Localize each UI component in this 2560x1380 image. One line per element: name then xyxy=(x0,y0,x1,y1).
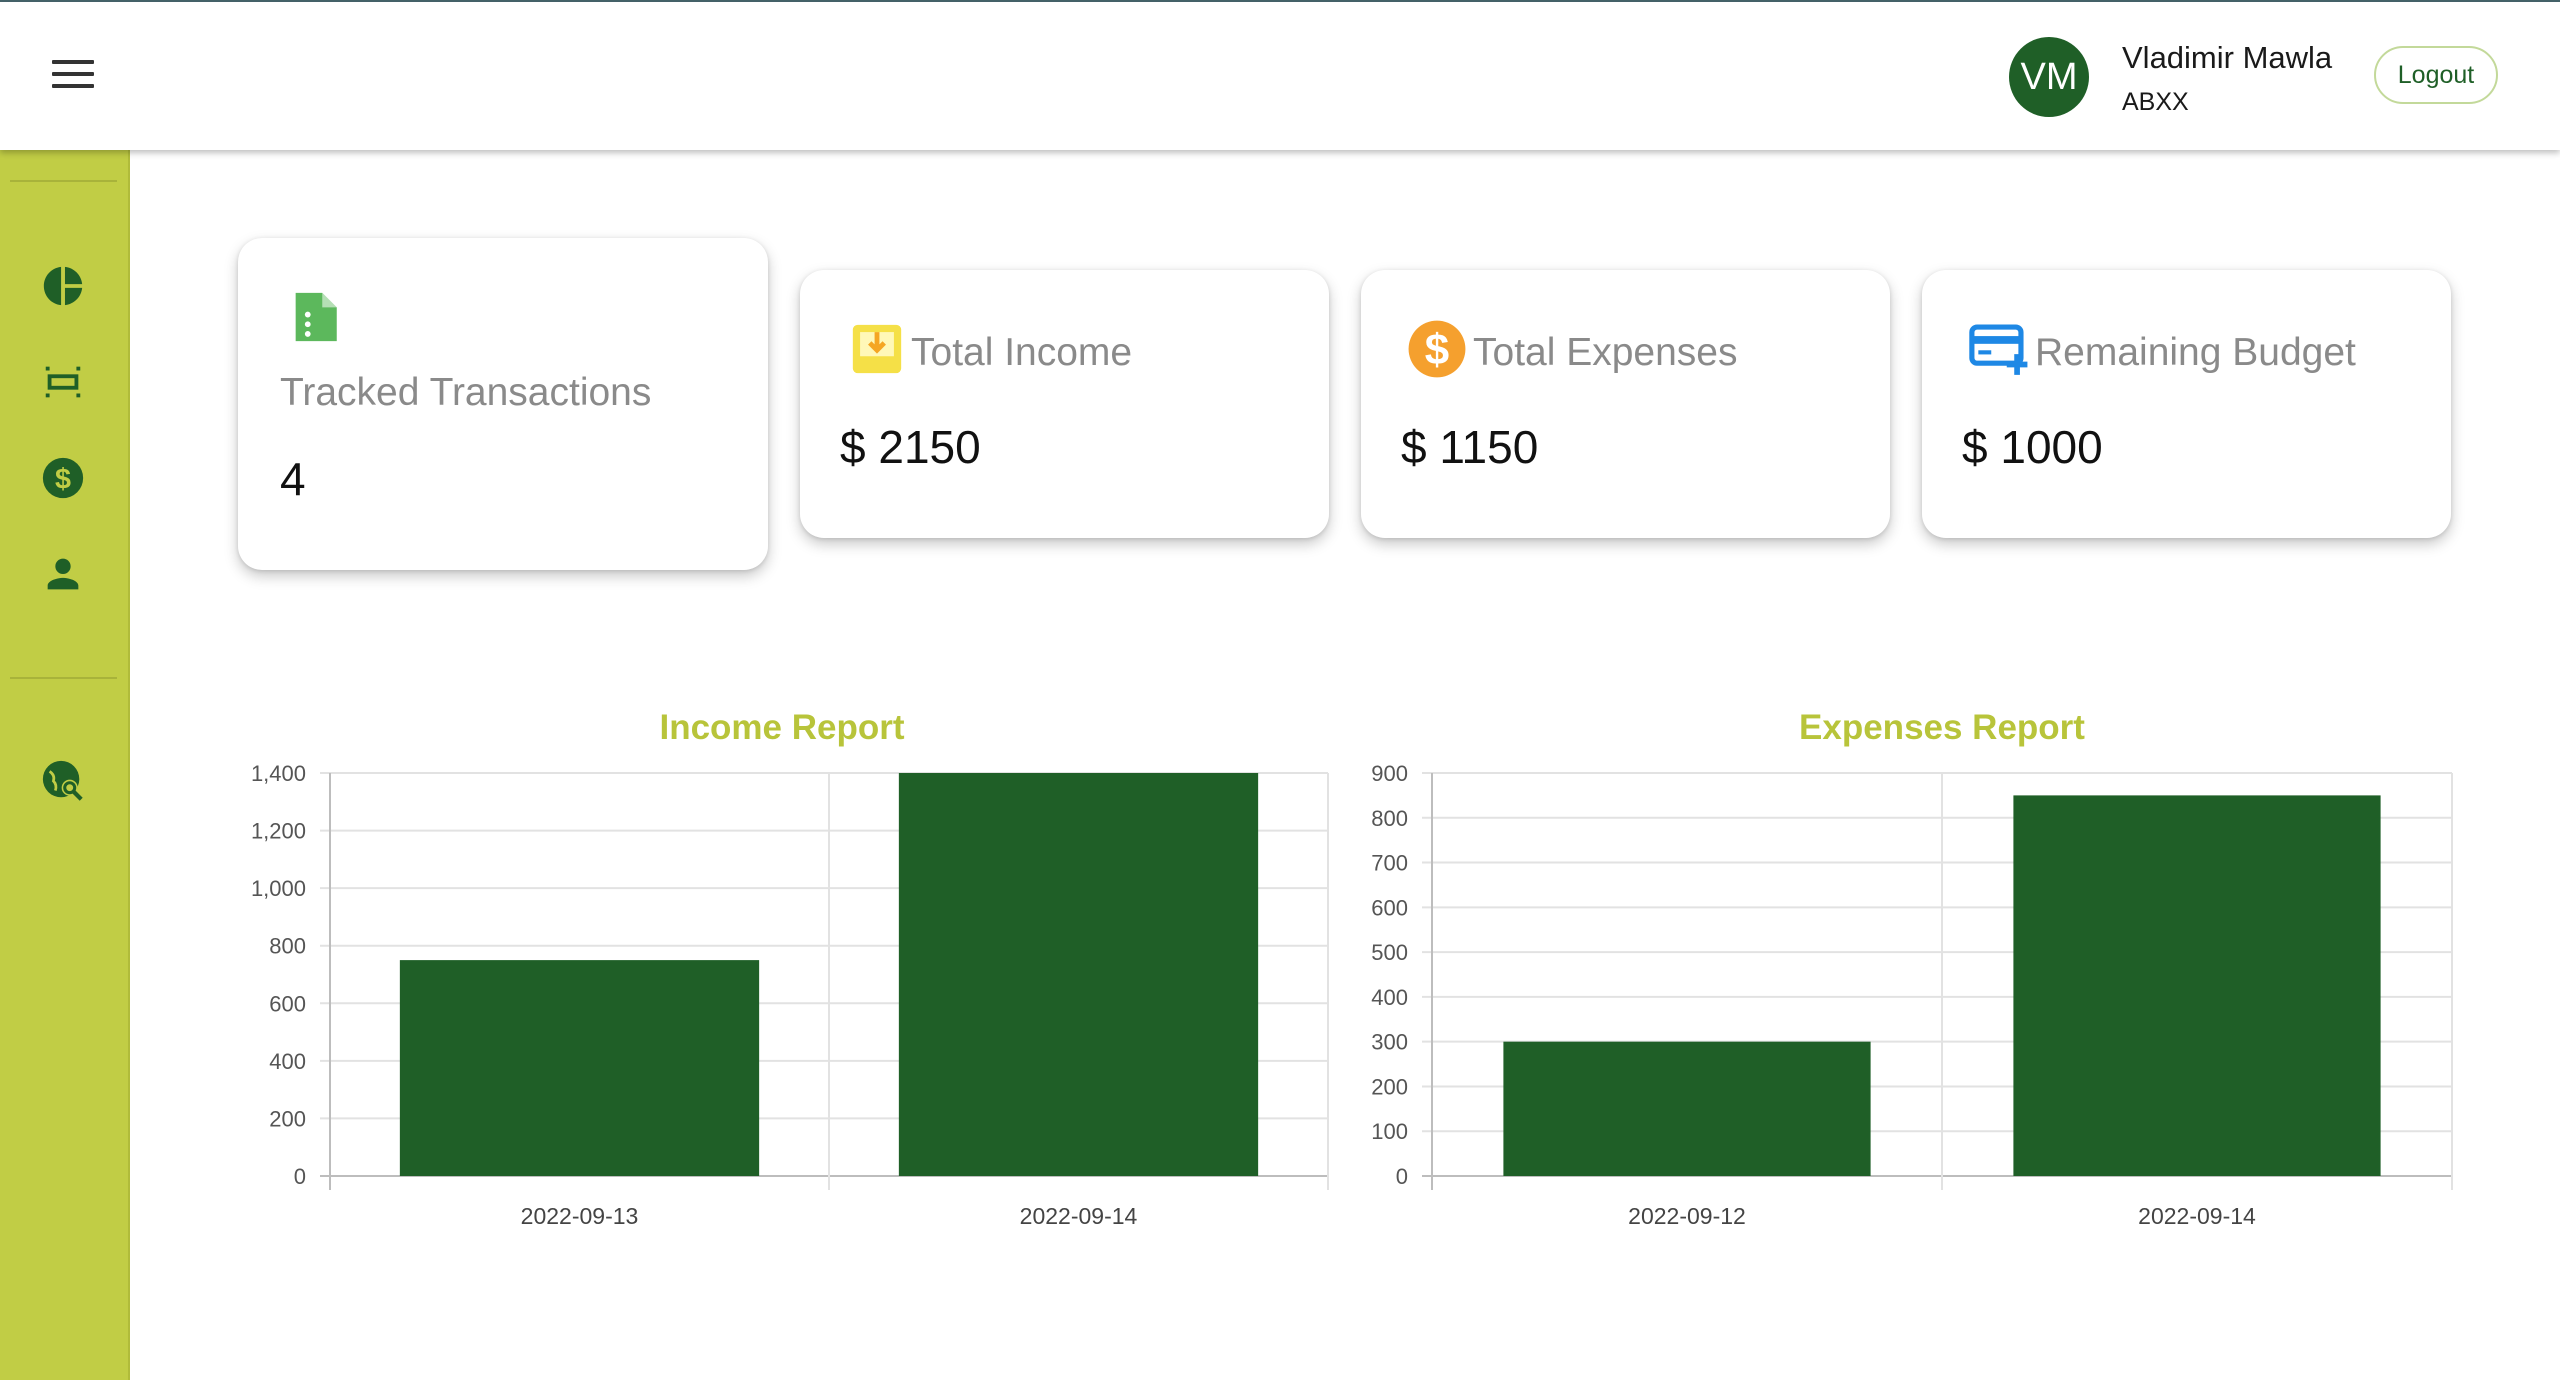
y-tick-label: 500 xyxy=(1371,940,1408,965)
y-tick-label: 100 xyxy=(1371,1119,1408,1144)
pie-chart-icon[interactable] xyxy=(40,263,86,309)
card-value: $ 2150 xyxy=(840,421,981,473)
y-tick-label: 1,400 xyxy=(251,761,306,786)
y-tick-label: 800 xyxy=(1371,806,1408,831)
bar xyxy=(1503,1041,1871,1176)
travel-explore-icon[interactable] xyxy=(40,758,86,804)
total-income-card: Total Income $ 2150 xyxy=(800,270,1329,538)
total-expenses-card: $ Total Expenses $ 1150 xyxy=(1361,270,1890,538)
card-value: $ 1150 xyxy=(1401,421,1539,473)
x-tick-label: 2022-09-12 xyxy=(1628,1203,1746,1229)
document-icon xyxy=(286,288,344,346)
app-bar: VM Vladimir Mawla ABXX Logout xyxy=(0,2,2560,150)
sidebar-divider xyxy=(10,180,117,182)
y-tick-label: 600 xyxy=(269,991,306,1016)
y-tick-label: 800 xyxy=(269,934,306,959)
y-tick-label: 1,000 xyxy=(251,876,306,901)
y-tick-label: 400 xyxy=(269,1049,306,1074)
bar xyxy=(399,960,760,1176)
y-tick-label: 0 xyxy=(294,1164,306,1189)
expenses-chart-title: Expenses Report xyxy=(1799,708,2085,747)
user-organization: ABXX xyxy=(2122,88,2189,116)
income-report-chart: 0 200 400 600 800 1,000 1,200 1,400 2022-09-13 20… xyxy=(251,761,1329,1229)
y-tick-label: 0 xyxy=(1396,1164,1408,1189)
card-label: Total Expenses xyxy=(1473,331,1738,374)
person-icon[interactable] xyxy=(40,551,86,597)
x-tick-label: 2022-09-14 xyxy=(2138,1203,2256,1229)
user-name: Vladimir Mawla xyxy=(2122,40,2333,75)
sidebar-divider xyxy=(10,677,117,679)
menu-icon[interactable] xyxy=(52,60,94,94)
expenses-report-chart: 0 100 200 300 400 500 600 700 800 900 2022-09-12 20… xyxy=(1371,761,2453,1229)
sidebar: $ xyxy=(0,150,130,1380)
y-tick-label: 600 xyxy=(1371,895,1408,920)
x-tick-label: 2022-09-14 xyxy=(1020,1203,1138,1229)
card-value: 4 xyxy=(280,453,306,505)
inbox-download-icon xyxy=(848,320,906,378)
card-label: Tracked Transactions xyxy=(280,371,652,414)
add-card-icon xyxy=(1968,318,2028,376)
logout-button[interactable]: Logout xyxy=(2374,46,2498,104)
svg-text:$: $ xyxy=(55,464,71,496)
dollar-circle-icon[interactable]: $ xyxy=(40,455,86,501)
y-tick-label: 1,200 xyxy=(251,819,306,844)
svg-text:$: $ xyxy=(1425,326,1449,375)
bar xyxy=(2013,795,2381,1176)
income-chart-title: Income Report xyxy=(659,708,905,747)
remaining-budget-card: Remaining Budget $ 1000 xyxy=(1922,270,2451,538)
settings-overscan-icon[interactable] xyxy=(40,359,86,405)
avatar: VM xyxy=(2009,37,2089,117)
card-label: Remaining Budget xyxy=(2035,331,2356,374)
y-tick-label: 200 xyxy=(1371,1074,1408,1099)
bar xyxy=(898,773,1259,1176)
dollar-coin-icon: $ xyxy=(1406,318,1466,378)
tracked-transactions-card: Tracked Transactions 4 xyxy=(238,238,768,570)
y-tick-label: 300 xyxy=(1371,1030,1408,1055)
card-label: Total Income xyxy=(911,331,1133,374)
y-tick-label: 200 xyxy=(269,1106,306,1131)
y-tick-label: 700 xyxy=(1371,851,1408,876)
card-value: $ 1000 xyxy=(1962,421,2103,473)
x-tick-label: 2022-09-13 xyxy=(521,1203,639,1229)
y-tick-label: 400 xyxy=(1371,985,1408,1010)
y-tick-label: 900 xyxy=(1371,761,1408,786)
